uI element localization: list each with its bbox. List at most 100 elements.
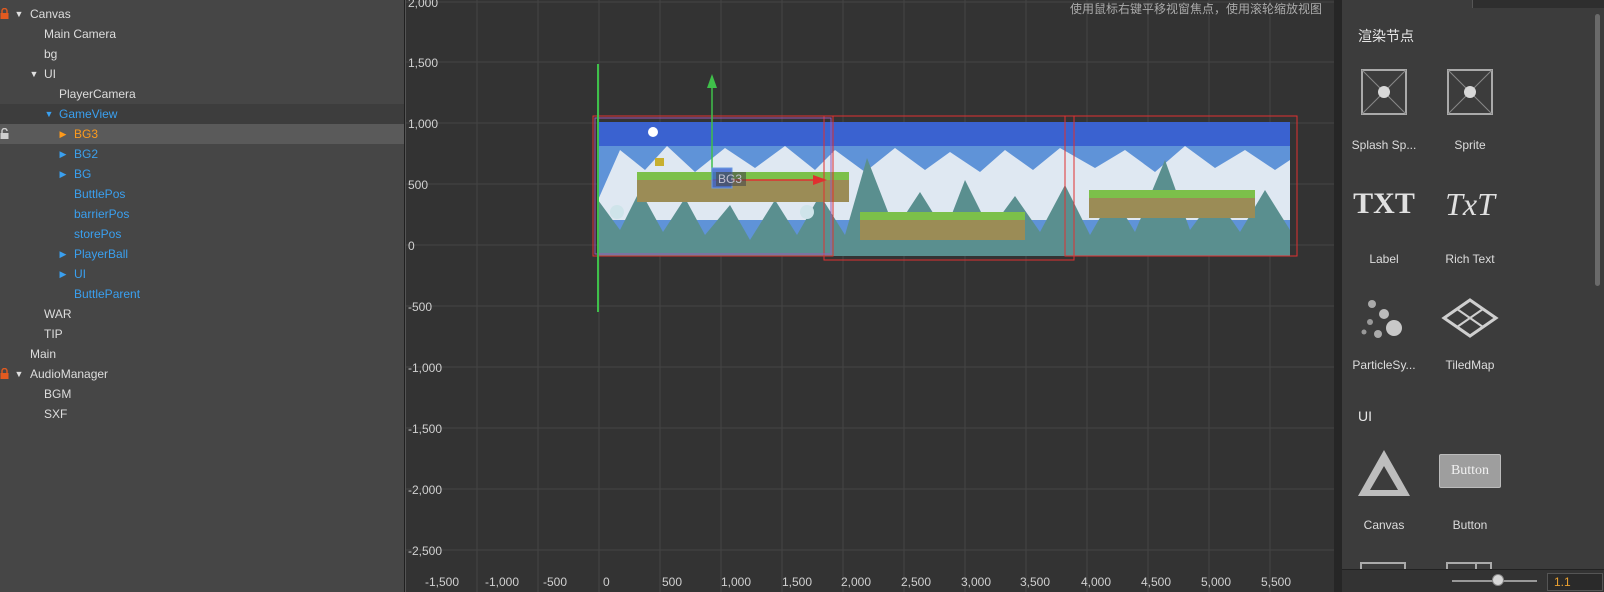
tree-node-tip[interactable]: TIP <box>0 324 404 344</box>
tree-node-game-view[interactable]: ▼ GameView <box>0 104 404 124</box>
expand-arrow-icon[interactable]: ▼ <box>14 4 24 24</box>
y-tick-label: -2,500 <box>408 544 442 558</box>
tree-node-war[interactable]: WAR <box>0 304 404 324</box>
section-title-ui: UI <box>1358 408 1372 424</box>
collapse-arrow-icon[interactable]: ▶ <box>58 264 68 284</box>
tree-node-label: BGM <box>44 387 72 401</box>
y-tick-label: 500 <box>408 178 428 192</box>
section-title-render: 渲染节点 <box>1358 28 1414 44</box>
tree-node-bgm[interactable]: BGM <box>0 384 404 404</box>
scene-hint-text: 使用鼠标右键平移视窗焦点，使用滚轮缩放视图 <box>1069 2 1322 16</box>
game-background-sprites[interactable] <box>598 122 1290 256</box>
coin-sprite <box>655 158 664 166</box>
tree-node-label: barrierPos <box>74 207 130 221</box>
tree-node-audio-manager[interactable]: ▼ AudioManager <box>0 364 404 384</box>
collapse-arrow-icon[interactable]: ▶ <box>58 244 68 264</box>
x-tick-label: 1,500 <box>782 575 812 589</box>
library-item-label-node[interactable]: TXT Label <box>1344 184 1424 294</box>
collapse-arrow-icon[interactable]: ▶ <box>58 124 68 144</box>
tree-node-canvas[interactable]: ▼ Canvas <box>0 4 404 24</box>
canvas-triangle-icon <box>1358 450 1410 496</box>
library-item-button[interactable]: Button Button <box>1430 446 1510 556</box>
x-tick-label: 3,000 <box>961 575 991 589</box>
tree-node-label: ButtlePos <box>74 187 126 201</box>
scene-view[interactable]: 2,000 1,500 1,000 500 0 -500 -1,000 -1,5… <box>405 0 1334 592</box>
tree-node-label: BG2 <box>74 147 99 161</box>
sprite-icon <box>1447 69 1493 115</box>
library-scrollbar[interactable] <box>1595 14 1600 286</box>
x-tick-label: -1,000 <box>485 575 519 589</box>
collapse-arrow-icon[interactable]: ▶ <box>58 164 68 184</box>
grass-platform <box>860 212 1025 240</box>
tree-node-store-pos[interactable]: storePos <box>0 224 404 244</box>
tree-node-player-camera[interactable]: PlayerCamera <box>0 84 404 104</box>
y-tick-label: 1,000 <box>408 117 438 131</box>
x-tick-label: -1,500 <box>425 575 459 589</box>
tree-node-main[interactable]: Main <box>0 344 404 364</box>
y-tick-label: 0 <box>408 239 415 253</box>
zoom-slider-thumb[interactable] <box>1492 574 1504 586</box>
tree-node-ui-child[interactable]: ▶ UI <box>0 264 404 284</box>
gizmo-y-arrow-icon[interactable] <box>707 74 717 88</box>
x-tick-label: 5,000 <box>1201 575 1231 589</box>
tree-node-label: GameView <box>59 107 118 121</box>
lock-icon[interactable] <box>0 8 9 19</box>
tree-node-label: Main Camera <box>44 27 117 41</box>
x-tick-label: 500 <box>662 575 682 589</box>
button-icon: Button <box>1439 454 1501 488</box>
tree-node-label: AudioManager <box>30 367 109 381</box>
expand-arrow-icon[interactable]: ▼ <box>14 364 24 384</box>
tree-node-bg-child[interactable]: ▶ BG <box>0 164 404 184</box>
lock-icon[interactable] <box>0 368 9 379</box>
expand-arrow-icon[interactable]: ▼ <box>44 104 54 124</box>
grass-platform <box>1089 190 1255 218</box>
tree-node-main-camera[interactable]: Main Camera <box>0 24 404 44</box>
tree-node-label: UI <box>44 67 56 81</box>
tree-node-label: BG <box>74 167 92 181</box>
tree-node-label: Main <box>30 347 57 361</box>
library-item-tiledmap[interactable]: TiledMap <box>1430 296 1510 406</box>
ghost-sprite <box>648 127 658 137</box>
zoom-value-field[interactable]: 1.1 <box>1547 573 1603 591</box>
tree-node-buttle-pos[interactable]: ButtlePos <box>0 184 404 204</box>
collapse-arrow-icon[interactable]: ▶ <box>58 144 68 164</box>
library-item-particle-system[interactable]: ParticleSy... <box>1344 296 1424 406</box>
tree-node-label: PlayerCamera <box>59 87 136 101</box>
library-item-rich-text[interactable]: TxT Rich Text <box>1430 184 1510 294</box>
scene-canvas[interactable]: 2,000 1,500 1,000 500 0 -500 -1,000 -1,5… <box>405 0 1334 592</box>
tree-node-buttle-parent[interactable]: ButtleParent <box>0 284 404 304</box>
library-item-label: Canvas <box>1363 518 1405 532</box>
tree-node-label: SXF <box>44 407 68 421</box>
tree-node-sxf[interactable]: SXF <box>0 404 404 424</box>
tree-node-label: UI <box>74 267 86 281</box>
library-item-label: Button <box>1452 518 1488 532</box>
library-item-label: TiledMap <box>1445 358 1495 372</box>
library-item-label: Splash Sp... <box>1351 138 1417 152</box>
x-tick-label: 3,500 <box>1020 575 1050 589</box>
tree-node-barrier-pos[interactable]: barrierPos <box>0 204 404 224</box>
x-tick-label: -500 <box>543 575 567 589</box>
x-tick-label: 1,000 <box>721 575 751 589</box>
library-item-sprite[interactable]: Sprite <box>1430 68 1510 178</box>
tree-node-ui[interactable]: ▼ UI <box>0 64 404 84</box>
ball-sprite <box>610 205 624 219</box>
tree-node-bg2[interactable]: ▶ BG2 <box>0 144 404 164</box>
tree-node-label: Canvas <box>30 7 71 21</box>
tree-node-label: WAR <box>44 307 72 321</box>
x-tick-label: 0 <box>603 575 610 589</box>
library-item-label: Sprite <box>1454 138 1486 152</box>
y-tick-label: -500 <box>408 300 432 314</box>
panel-splitter[interactable] <box>1334 0 1342 592</box>
unlock-icon[interactable] <box>0 128 9 139</box>
y-tick-label: 1,500 <box>408 56 438 70</box>
tree-node-label: bg <box>44 47 58 61</box>
particle-system-icon <box>1361 300 1402 338</box>
library-item-canvas[interactable]: Canvas <box>1344 446 1424 556</box>
tree-node-bg3[interactable]: ▶ BG3 <box>0 124 404 144</box>
tree-node-player-ball[interactable]: ▶ PlayerBall <box>0 244 404 264</box>
selected-node-tag: BG3 <box>718 172 742 186</box>
tree-node-bg[interactable]: bg <box>0 44 404 64</box>
library-item-splash-sprite[interactable]: Splash Sp... <box>1344 68 1424 178</box>
expand-arrow-icon[interactable]: ▼ <box>29 64 39 84</box>
ball-sprite <box>800 205 814 219</box>
